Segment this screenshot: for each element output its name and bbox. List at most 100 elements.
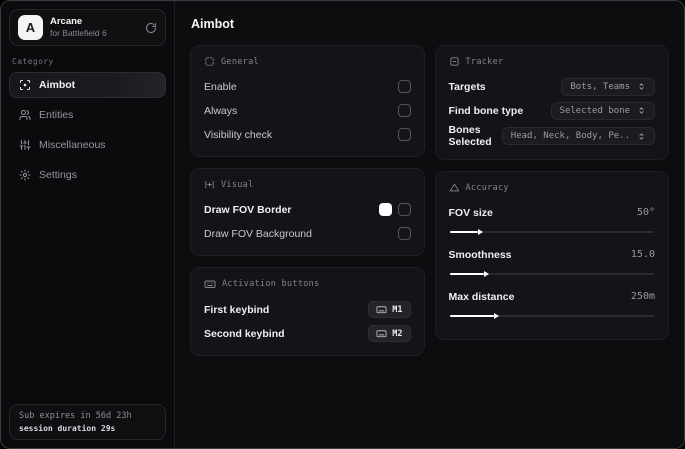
- left-column: General Enable Always Visibility check V…: [190, 45, 425, 356]
- bones-selected-select[interactable]: Head, Neck, Body, Pe..: [501, 127, 655, 145]
- app-subtitle: for Battlefield 6: [50, 28, 107, 39]
- targets-select[interactable]: Bots, Teams: [561, 77, 655, 96]
- dashed-square-icon: [204, 56, 215, 67]
- refresh-icon[interactable]: [145, 22, 157, 34]
- setting-label: Enable: [204, 80, 237, 93]
- app-window: A Arcane for Battlefield 6 Category Aimb…: [0, 0, 685, 449]
- select-value: Selected bone: [559, 105, 630, 116]
- slider-fill[interactable]: [449, 231, 479, 233]
- sidebar: A Arcane for Battlefield 6 Category Aimb…: [1, 1, 175, 448]
- setting-label: Targets: [448, 80, 486, 93]
- setting-row-draw-fov-background: Draw FOV Background: [204, 223, 411, 244]
- keyboard-icon: [376, 328, 387, 339]
- first-keybind-button[interactable]: M1: [368, 301, 411, 318]
- sidebar-item-label: Miscellaneous: [39, 139, 106, 151]
- users-icon: [19, 109, 31, 121]
- category-label: Category: [12, 57, 54, 66]
- sidebar-item-settings[interactable]: Settings: [9, 162, 166, 188]
- smoothness-value: 15.0: [630, 249, 655, 260]
- card-title: General: [221, 56, 259, 67]
- gear-icon: [19, 169, 31, 181]
- square-minus-icon: [449, 56, 460, 67]
- visual-card: Visual Draw FOV Border Draw FOV Backgrou…: [190, 168, 425, 256]
- app-header: A Arcane for Battlefield 6: [9, 9, 166, 46]
- max-distance-slider[interactable]: [449, 315, 654, 317]
- chevrons-up-down-icon: [637, 82, 646, 91]
- keyboard-icon: [204, 278, 216, 290]
- find-bone-type-select[interactable]: Selected bone: [550, 101, 655, 120]
- right-column: Tracker Targets Bots, Teams Find bone ty…: [434, 45, 669, 356]
- setting-row-second-keybind: Second keybind M2: [204, 323, 411, 344]
- setting-row-smoothness: Smoothness 15.0: [449, 244, 656, 265]
- sidebar-item-miscellaneous[interactable]: Miscellaneous: [9, 132, 166, 158]
- card-title: Visual: [221, 179, 254, 190]
- main-content: Aimbot General Enable Always Visibility …: [175, 1, 684, 448]
- fov-size-slider[interactable]: [449, 231, 654, 233]
- select-value: Head, Neck, Body, Pe..: [510, 131, 630, 141]
- visibility-check-checkbox[interactable]: [397, 128, 411, 141]
- setting-label: Max distance: [448, 290, 515, 303]
- setting-row-find-bone-type: Find bone type Selected bone: [448, 100, 655, 121]
- setting-row-draw-fov-border: Draw FOV Border: [204, 199, 411, 220]
- sidebar-item-entities[interactable]: Entities: [9, 102, 166, 128]
- app-logo: A: [18, 15, 43, 40]
- sidebar-item-aimbot[interactable]: Aimbot: [9, 72, 166, 98]
- session-duration-text: session duration 29s: [19, 424, 116, 433]
- fov-size-value: 50°: [636, 207, 655, 218]
- slider-fill[interactable]: [449, 315, 495, 317]
- app-title-block: Arcane for Battlefield 6: [50, 16, 107, 39]
- sidebar-item-label: Entities: [39, 109, 74, 121]
- keybind-value: M2: [392, 328, 403, 339]
- tracker-card-header: Tracker: [449, 56, 656, 67]
- chevrons-up-down-icon: [637, 132, 646, 141]
- setting-label: First keybind: [204, 303, 270, 316]
- max-distance-value: 250m: [630, 291, 655, 302]
- draw-fov-border-checkbox[interactable]: [397, 203, 411, 216]
- draw-fov-background-checkbox[interactable]: [397, 227, 411, 240]
- second-keybind-button[interactable]: M2: [368, 325, 411, 342]
- sub-expires-text: Sub expires in 56d 23h: [19, 411, 132, 421]
- setting-label: Draw FOV Border: [204, 203, 292, 216]
- always-checkbox[interactable]: [397, 104, 411, 117]
- chevrons-up-down-icon: [637, 106, 646, 115]
- keybind-value: M1: [392, 304, 403, 315]
- activation-card-header: Activation buttons: [204, 278, 411, 290]
- setting-label: Smoothness: [448, 248, 512, 261]
- slider-fill[interactable]: [449, 273, 485, 275]
- card-title: Activation buttons: [222, 279, 320, 289]
- sidebar-item-label: Aimbot: [39, 79, 76, 91]
- setting-row-first-keybind: First keybind M1: [204, 299, 411, 320]
- adjustments-icon: [204, 179, 215, 190]
- page-title: Aimbot: [191, 17, 235, 31]
- sliders-vertical-icon: [19, 139, 31, 151]
- select-value: Bots, Teams: [570, 81, 630, 92]
- fov-border-color-swatch[interactable]: [378, 203, 392, 216]
- smoothness-slider[interactable]: [449, 273, 654, 275]
- general-card: General Enable Always Visibility check: [190, 45, 425, 157]
- setting-label: Always: [204, 104, 238, 117]
- setting-row-targets: Targets Bots, Teams: [448, 76, 655, 97]
- accuracy-card-header: Accuracy: [449, 182, 656, 193]
- setting-row-bones-selected: Bones Selected Head, Neck, Body, Pe..: [448, 124, 655, 148]
- crosshair-scan-icon: [19, 79, 31, 91]
- setting-label: Visibility check: [204, 128, 273, 141]
- visual-card-header: Visual: [204, 179, 411, 190]
- setting-label: Find bone type: [448, 104, 524, 117]
- card-title: Accuracy: [465, 182, 509, 193]
- setting-row-enable: Enable: [204, 76, 411, 97]
- setting-label: Second keybind: [204, 327, 285, 340]
- card-title: Tracker: [465, 56, 504, 67]
- accuracy-card: Accuracy FOV size 50° Smoothness 15.0 Ma…: [434, 171, 669, 340]
- setting-label: Bones Selected: [448, 124, 492, 148]
- app-name: Arcane: [50, 15, 83, 27]
- triangle-icon: [449, 182, 460, 193]
- tracker-card: Tracker Targets Bots, Teams Find bone ty…: [434, 45, 669, 160]
- keyboard-icon: [376, 304, 387, 315]
- setting-label: Draw FOV Background: [204, 227, 312, 240]
- subscription-status: Sub expires in 56d 23h session duration …: [9, 404, 166, 440]
- general-card-header: General: [204, 56, 411, 67]
- setting-row-fov-size: FOV size 50°: [449, 202, 656, 223]
- enable-checkbox[interactable]: [397, 80, 411, 93]
- setting-label: FOV size: [448, 206, 493, 219]
- setting-row-visibility-check: Visibility check: [204, 124, 411, 145]
